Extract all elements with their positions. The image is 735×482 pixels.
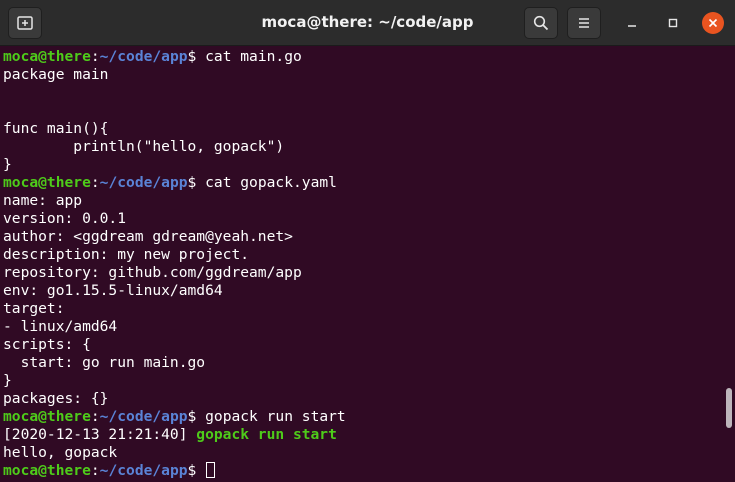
output-line: version: 0.0.1 — [3, 210, 127, 227]
output-line: func main(){ — [3, 120, 109, 137]
title-bar[interactable]: moca@there: ~/code/app — [0, 0, 735, 46]
terminal-window: moca@there: ~/code/app moca@there:~/code… — [0, 0, 735, 482]
prompt-line: moca@there:~/code/app$ — [3, 462, 735, 480]
output-line: name: app — [3, 192, 83, 209]
prompt-path: ~/code/app — [99, 48, 188, 65]
output-line: author: <ggdream gdream@yeah.net> — [3, 228, 293, 245]
minimize-icon — [628, 25, 636, 27]
output-line: env: go1.15.5-linux/amd64 — [3, 282, 223, 299]
hamburger-menu-icon — [579, 18, 589, 28]
output-line: start: go run main.go — [3, 354, 206, 371]
output-line: packages: {} — [3, 390, 109, 407]
terminal-output[interactable]: moca@there:~/code/app$ cat main.go packag… — [0, 48, 735, 482]
close-icon — [708, 18, 718, 28]
prompt-colon: : — [90, 408, 100, 425]
output-line: repository: github.com/ggdream/app — [3, 264, 302, 281]
output-line: hello, gopack — [3, 444, 118, 461]
menu-button[interactable] — [567, 7, 601, 39]
search-icon — [533, 15, 549, 31]
output-line: package main — [3, 66, 109, 83]
maximize-icon — [668, 18, 678, 28]
output-line: - linux/amd64 — [3, 318, 118, 335]
prompt-path: ~/code/app — [99, 408, 188, 425]
scrollbar[interactable] — [726, 388, 732, 428]
close-button[interactable] — [702, 12, 724, 34]
prompt-user-host: moca@there — [3, 462, 91, 479]
output-line: } — [3, 156, 12, 173]
prompt-user-host: moca@there — [3, 48, 91, 65]
command-text: cat gopack.yaml — [196, 174, 337, 191]
prompt-line: moca@there:~/code/app$ cat gopack.yaml — [3, 174, 735, 192]
output-line: [2020-12-13 21:21:40] gopack run start — [3, 426, 735, 444]
log-timestamp: [2020-12-13 21:21:40] — [3, 426, 197, 443]
minimize-button[interactable] — [621, 12, 643, 34]
prompt-line: moca@there:~/code/app$ gopack run start — [3, 408, 735, 426]
prompt-user-host: moca@there — [3, 408, 91, 425]
maximize-button[interactable] — [662, 12, 684, 34]
output-line: println("hello, gopack") — [3, 138, 285, 155]
prompt-line: moca@there:~/code/app$ cat main.go — [3, 48, 735, 66]
prompt-colon: : — [90, 174, 100, 191]
output-line: } — [3, 372, 12, 389]
command-text — [196, 462, 205, 479]
prompt-user-host: moca@there — [3, 174, 91, 191]
prompt-path: ~/code/app — [99, 174, 188, 191]
output-line: description: my new project. — [3, 246, 250, 263]
command-text: cat main.go — [196, 48, 302, 65]
output-line: scripts: { — [3, 336, 91, 353]
text-cursor — [206, 462, 216, 478]
output-line: target: — [3, 300, 65, 317]
prompt-colon: : — [90, 462, 100, 479]
search-button[interactable] — [524, 7, 558, 39]
prompt-path: ~/code/app — [99, 462, 188, 479]
log-message: gopack run start — [196, 426, 337, 443]
prompt-colon: : — [90, 48, 100, 65]
command-text: gopack run start — [196, 408, 346, 425]
